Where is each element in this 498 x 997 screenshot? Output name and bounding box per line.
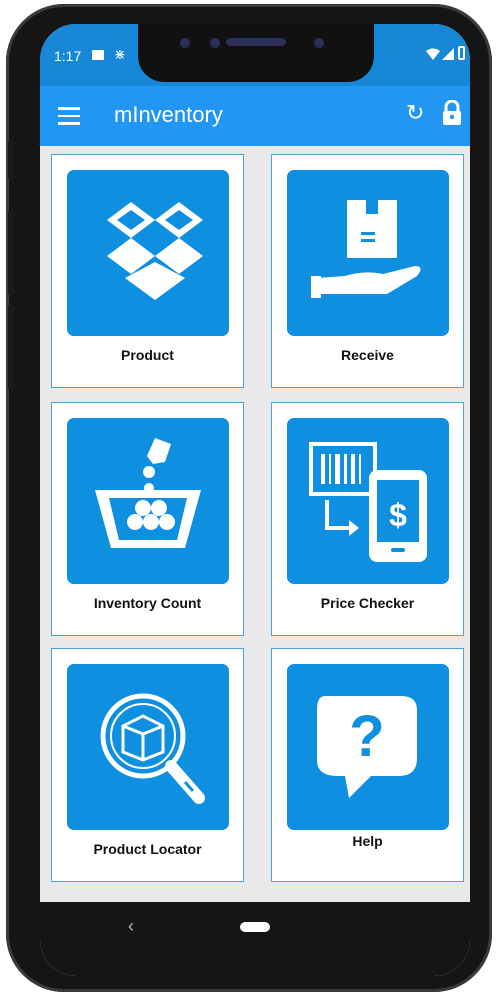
proximity-sensor (314, 38, 324, 48)
home-button[interactable] (240, 922, 270, 932)
sync-icon[interactable]: ↻ (406, 102, 424, 124)
product-label: Product (121, 347, 174, 363)
front-sensor (210, 38, 220, 48)
volume-down-button (8, 304, 14, 390)
product-card[interactable]: Product (51, 154, 244, 388)
notch (138, 24, 374, 82)
question-bubble-icon: ? (317, 696, 417, 798)
receive-label: Receive (341, 347, 394, 363)
svg-text:?: ? (349, 704, 384, 769)
side-button (8, 140, 14, 180)
inventory-count-card[interactable]: Inventory Count (51, 402, 244, 636)
battery-icon (458, 46, 465, 60)
hand-package-icon (311, 200, 421, 298)
product-locator-tile[interactable] (67, 664, 229, 830)
wifi-icon (426, 48, 440, 60)
product-locator-label: Product Locator (93, 841, 202, 857)
open-box-icon (107, 202, 203, 300)
phone-frame: 1:17 ⋇ mInventory ↻ Product Receive Inve… (6, 4, 492, 992)
navigation-bar: ‹ (40, 902, 470, 976)
app-bar: mInventory ↻ (40, 86, 470, 146)
earpiece-speaker (226, 38, 286, 46)
screen: 1:17 ⋇ mInventory ↻ Product Receive Inve… (40, 24, 470, 976)
product-tile[interactable] (67, 170, 229, 336)
app-title: mInventory (114, 102, 223, 127)
volume-up-button (8, 210, 14, 296)
barcode-phone-icon: $ (309, 442, 427, 562)
inventory-count-tile[interactable] (67, 418, 229, 584)
menu-icon[interactable] (58, 107, 80, 125)
lock-icon[interactable] (442, 100, 462, 126)
receive-tile[interactable] (287, 170, 449, 336)
status-bar: 1:17 ⋇ (40, 24, 470, 86)
dashboard-grid: Product Receive Inventory Count $ Price … (40, 146, 470, 924)
signal-icon (442, 48, 454, 60)
price-checker-label: Price Checker (320, 595, 415, 611)
notification-icon: ⋇ (114, 46, 126, 62)
help-tile[interactable]: ? (287, 664, 449, 830)
status-time: 1:17 (54, 48, 82, 64)
back-icon[interactable]: ‹ (128, 916, 134, 937)
price-checker-tile[interactable]: $ (287, 418, 449, 584)
front-camera (180, 38, 190, 48)
help-label: Help (352, 833, 383, 849)
magnifier-box-icon (100, 693, 205, 804)
inventory-count-label: Inventory Count (93, 595, 202, 611)
svg-text:$: $ (389, 497, 407, 533)
basket-count-icon (95, 438, 201, 548)
gallery-icon (92, 50, 104, 60)
receive-card[interactable]: Receive (271, 154, 464, 388)
price-checker-card[interactable]: $ Price Checker (271, 402, 464, 636)
help-card[interactable]: ? Help (271, 648, 464, 882)
product-locator-card[interactable]: Product Locator (51, 648, 244, 882)
